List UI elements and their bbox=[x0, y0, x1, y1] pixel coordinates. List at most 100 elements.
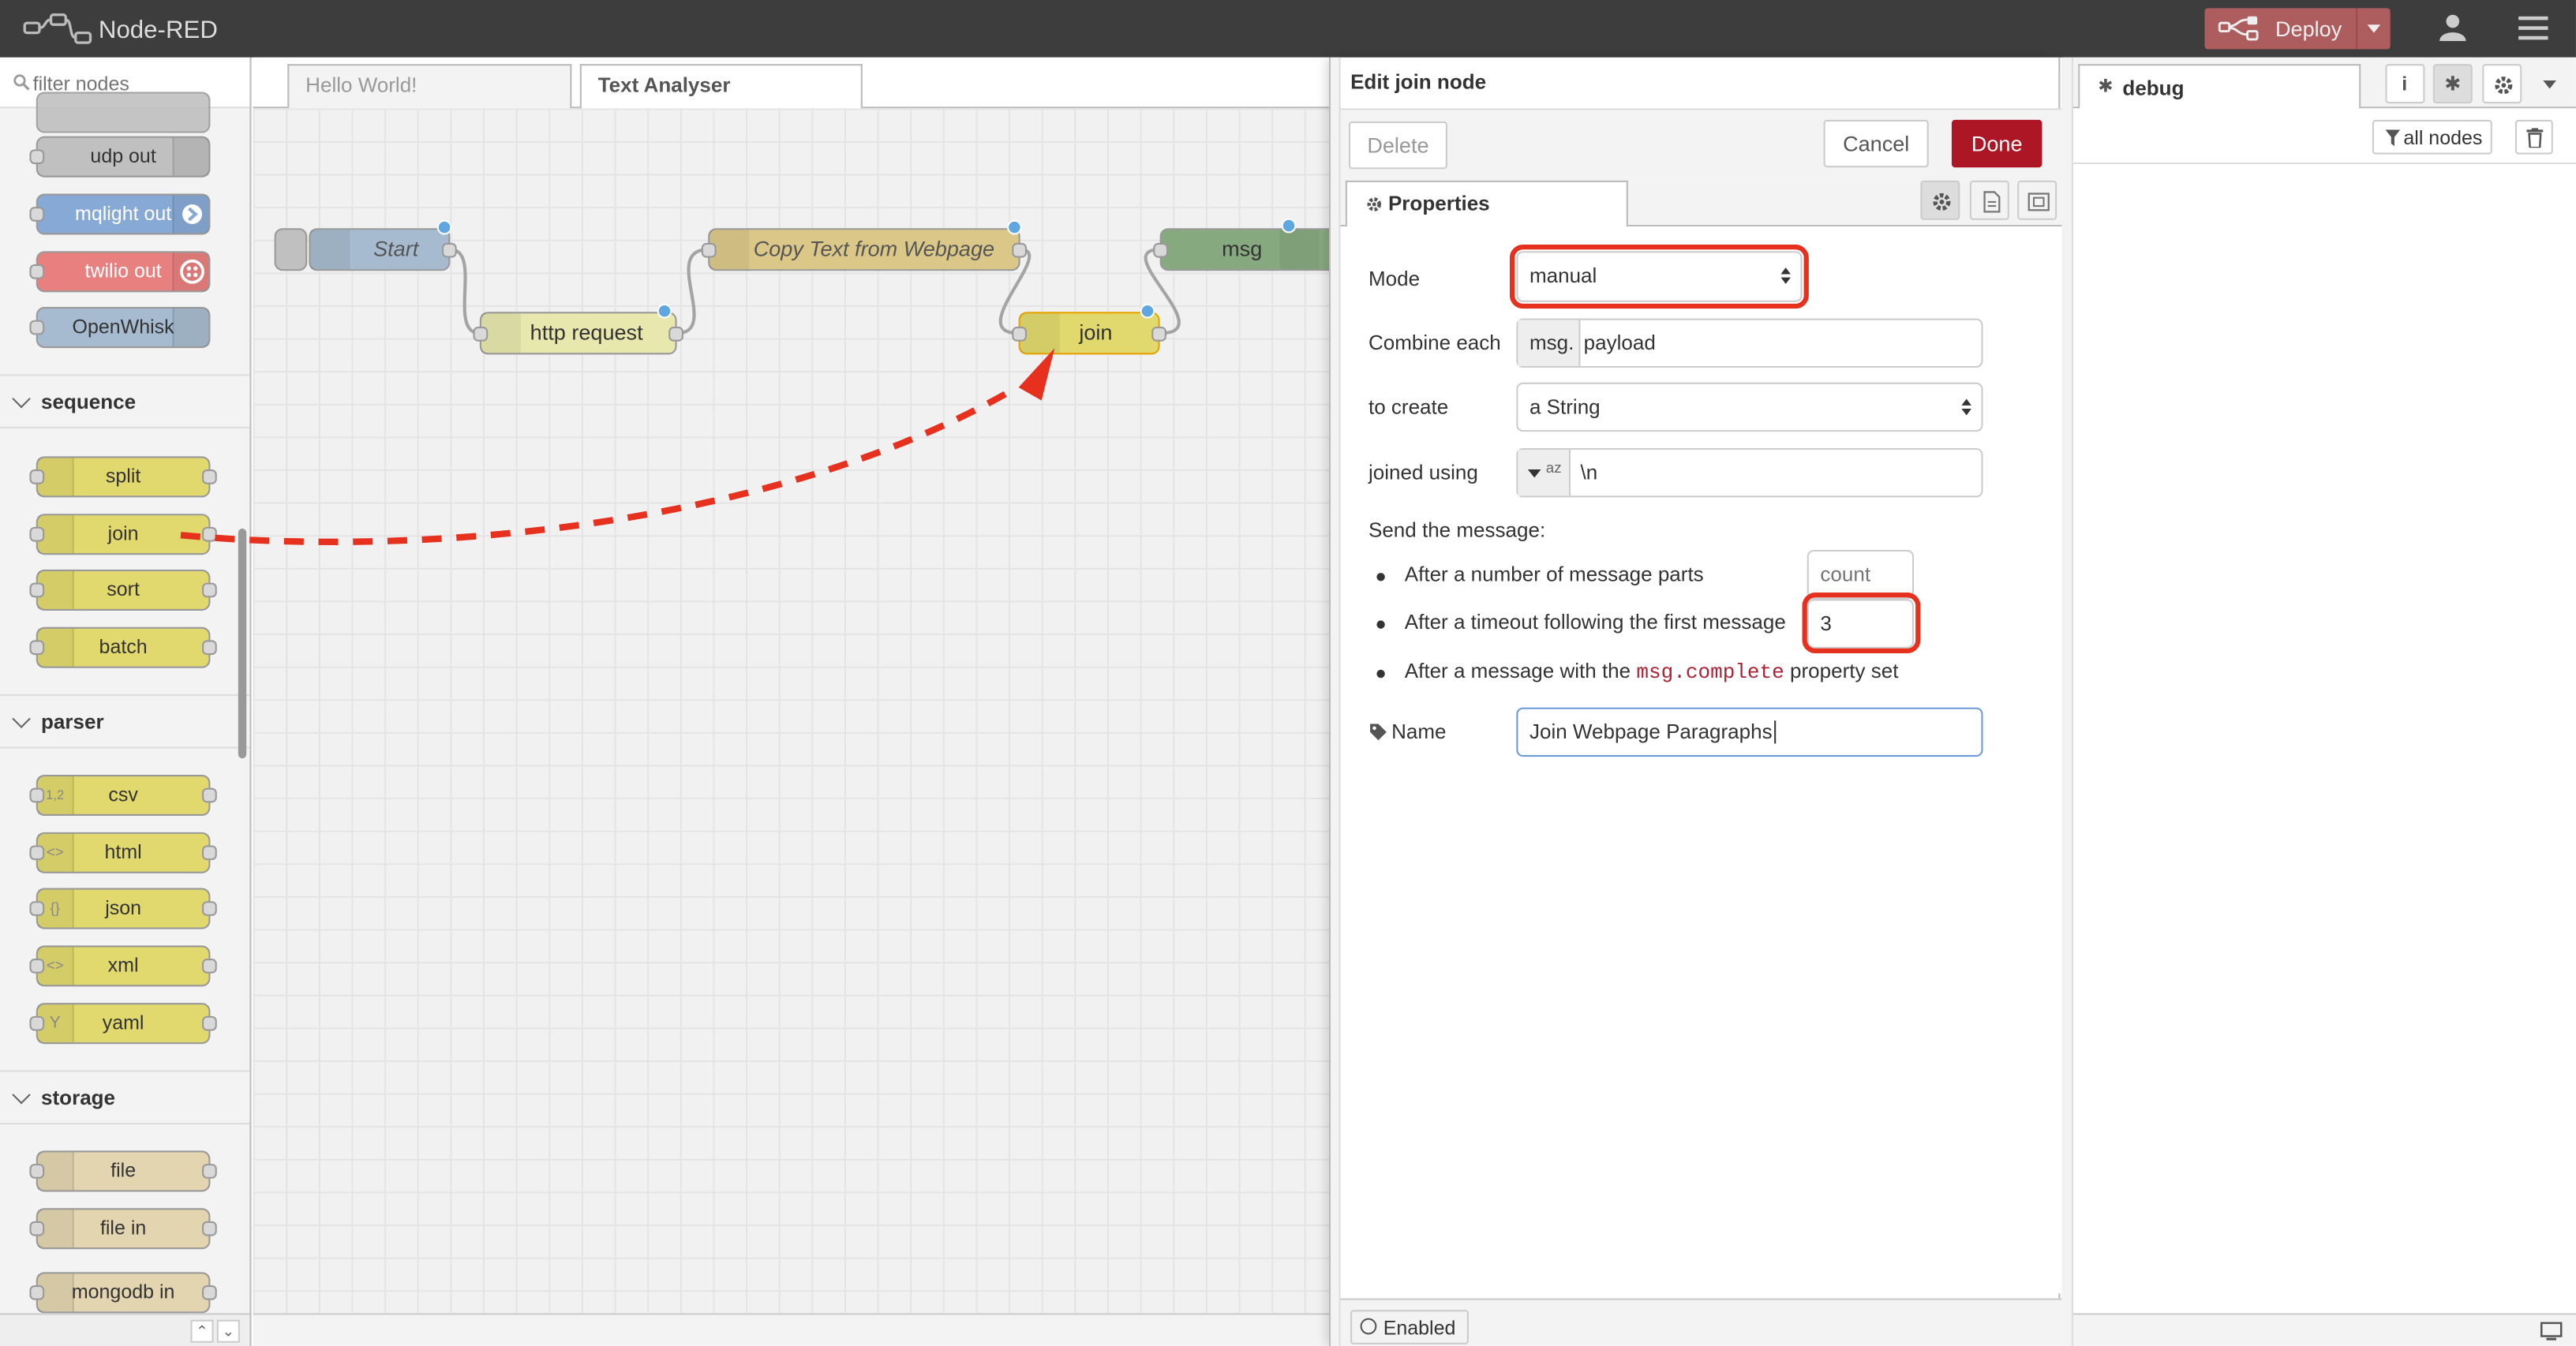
enabled-toggle[interactable]: Enabled bbox=[1350, 1310, 1469, 1344]
combine-each-label: Combine each bbox=[1368, 331, 1501, 355]
twilio-icon bbox=[172, 252, 209, 291]
palette-node-openwhisk[interactable]: OpenWhisk bbox=[29, 307, 211, 349]
flow-node-msg-debug[interactable]: msg bbox=[1153, 228, 1330, 271]
done-button[interactable]: Done bbox=[1951, 119, 2042, 168]
chevron-down-icon[interactable] bbox=[2543, 80, 2556, 89]
palette-node-join[interactable]: join bbox=[29, 514, 217, 555]
sidebar-tabs: ✱ debug i ✱ bbox=[2072, 57, 2576, 110]
description-file-icon[interactable] bbox=[1969, 180, 2009, 220]
udp-icon bbox=[172, 137, 209, 176]
output-port bbox=[202, 959, 217, 974]
category-sequence[interactable]: sequence bbox=[0, 374, 250, 429]
palette-node-twilio-out[interactable]: twilio out bbox=[29, 251, 211, 293]
mode-highlight-annotation bbox=[1509, 244, 1809, 309]
chevron-down-icon bbox=[12, 1085, 31, 1105]
flow-node-label: http request bbox=[530, 320, 643, 345]
count-input[interactable] bbox=[1807, 549, 1915, 600]
type-selector[interactable]: az bbox=[1518, 450, 1571, 496]
settings-gear-icon[interactable] bbox=[1920, 180, 1960, 220]
palette-node-label: sort bbox=[107, 578, 140, 601]
inject-button[interactable] bbox=[274, 228, 308, 271]
palette-node-label: udp out bbox=[90, 144, 156, 168]
name-label: Name bbox=[1391, 720, 1447, 744]
expand-all-icon[interactable]: ⌄ bbox=[216, 1319, 240, 1343]
edit-tray: Edit join node Delete Cancel Done Proper… bbox=[1329, 57, 2062, 1346]
deploy-menu-caret-icon[interactable] bbox=[2356, 8, 2391, 50]
config-gear-icon[interactable] bbox=[2482, 64, 2522, 104]
debug-messages-area[interactable] bbox=[2072, 164, 2576, 1314]
flow-node-http-request[interactable]: http request bbox=[473, 303, 683, 355]
flow-canvas[interactable]: Start http request Copy Text from Webpag… bbox=[253, 108, 1330, 1314]
menu-icon[interactable] bbox=[2518, 15, 2548, 41]
category-parser[interactable]: parser bbox=[0, 694, 250, 749]
category-storage[interactable]: storage bbox=[0, 1070, 250, 1125]
flow-node-start[interactable]: Start bbox=[309, 219, 457, 271]
input-port bbox=[701, 242, 717, 258]
collapse-all-icon[interactable]: ⌃ bbox=[190, 1319, 214, 1343]
palette-node-mongodb-in[interactable]: mongodb in bbox=[29, 1272, 217, 1314]
sidebar-resize-handle[interactable] bbox=[2061, 57, 2073, 1346]
appearance-icon[interactable] bbox=[2017, 180, 2057, 220]
input-port bbox=[29, 469, 45, 484]
input-port bbox=[29, 1221, 45, 1236]
arrow-right-icon bbox=[172, 195, 209, 234]
palette-node-udp-out[interactable]: udp out bbox=[29, 136, 211, 178]
bug-icon[interactable]: ✱ bbox=[2432, 64, 2473, 104]
info-icon[interactable]: i bbox=[2385, 64, 2425, 104]
tab-text-analyser[interactable]: Text Analyser bbox=[579, 64, 863, 110]
palette-node-mqlight-out[interactable]: mqlight out bbox=[29, 193, 211, 235]
input-port bbox=[1012, 327, 1027, 342]
palette-scrollbar[interactable] bbox=[238, 528, 247, 759]
flow-node-label: Copy Text from Webpage bbox=[753, 236, 995, 261]
output-port bbox=[1012, 242, 1027, 258]
tab-properties[interactable]: Properties bbox=[1345, 180, 1628, 229]
workspace-footer bbox=[253, 1313, 1330, 1346]
flow-node-label: join bbox=[1079, 320, 1113, 345]
openwhisk-icon bbox=[172, 308, 209, 346]
palette-node-xml[interactable]: <> xml bbox=[29, 945, 217, 987]
option-complete-pre: After a message with the bbox=[1404, 660, 1631, 683]
flow-node-join[interactable]: join bbox=[1012, 303, 1166, 355]
palette-node-batch[interactable]: batch bbox=[29, 626, 217, 668]
all-nodes-filter-button[interactable]: all nodes bbox=[2372, 119, 2492, 155]
circle-icon bbox=[1360, 1318, 1377, 1335]
palette-node-label: batch bbox=[99, 635, 148, 659]
palette-node-split[interactable]: split bbox=[29, 456, 217, 498]
tab-hello-world[interactable]: Hello World! bbox=[287, 64, 572, 110]
monitor-icon[interactable] bbox=[2540, 1322, 2563, 1341]
input-port bbox=[29, 1015, 45, 1031]
palette-node-sort[interactable]: sort bbox=[29, 569, 217, 611]
palette-node-partial[interactable] bbox=[36, 92, 211, 133]
debug-toolbar: all nodes bbox=[2072, 108, 2576, 165]
joined-using-field[interactable]: az \n bbox=[1516, 447, 1983, 498]
palette-node-file[interactable]: file bbox=[29, 1150, 217, 1192]
tab-debug[interactable]: ✱ debug bbox=[2078, 64, 2361, 110]
flow-node-copy-text[interactable]: Copy Text from Webpage bbox=[701, 219, 1027, 271]
combine-each-field[interactable]: msg. payload bbox=[1516, 318, 1983, 368]
input-port bbox=[29, 264, 45, 279]
to-create-label: to create bbox=[1368, 395, 1449, 419]
name-input[interactable]: Join Webpage Paragraphs bbox=[1516, 707, 1983, 757]
header-bar: Node-RED Deploy bbox=[0, 0, 2576, 58]
palette-node-json[interactable]: {} json bbox=[29, 888, 217, 929]
palette-node-yaml[interactable]: Y yaml bbox=[29, 1003, 217, 1045]
tray-resize-handle[interactable] bbox=[1331, 57, 1341, 1346]
output-port bbox=[202, 787, 217, 803]
clear-debug-button[interactable] bbox=[2514, 119, 2553, 155]
palette-node-label: json bbox=[105, 895, 142, 920]
deploy-button[interactable]: Deploy bbox=[2204, 8, 2391, 50]
output-port bbox=[202, 582, 217, 598]
delete-button[interactable]: Delete bbox=[1348, 121, 1447, 170]
name-input-value: Join Webpage Paragraphs bbox=[1529, 720, 1773, 744]
palette-node-file-in[interactable]: file in bbox=[29, 1208, 217, 1250]
palette-node-html[interactable]: <> html bbox=[29, 832, 217, 873]
cancel-button[interactable]: Cancel bbox=[1823, 119, 1929, 168]
send-message-label: Send the message: bbox=[1368, 518, 1546, 542]
to-create-select[interactable]: a String bbox=[1516, 382, 1983, 432]
user-icon[interactable] bbox=[2436, 12, 2469, 45]
category-label: parser bbox=[41, 710, 104, 734]
input-port bbox=[29, 320, 45, 335]
to-create-value: a String bbox=[1529, 395, 1601, 419]
output-port bbox=[441, 242, 457, 258]
palette-node-csv[interactable]: 1,2 csv bbox=[29, 774, 217, 817]
